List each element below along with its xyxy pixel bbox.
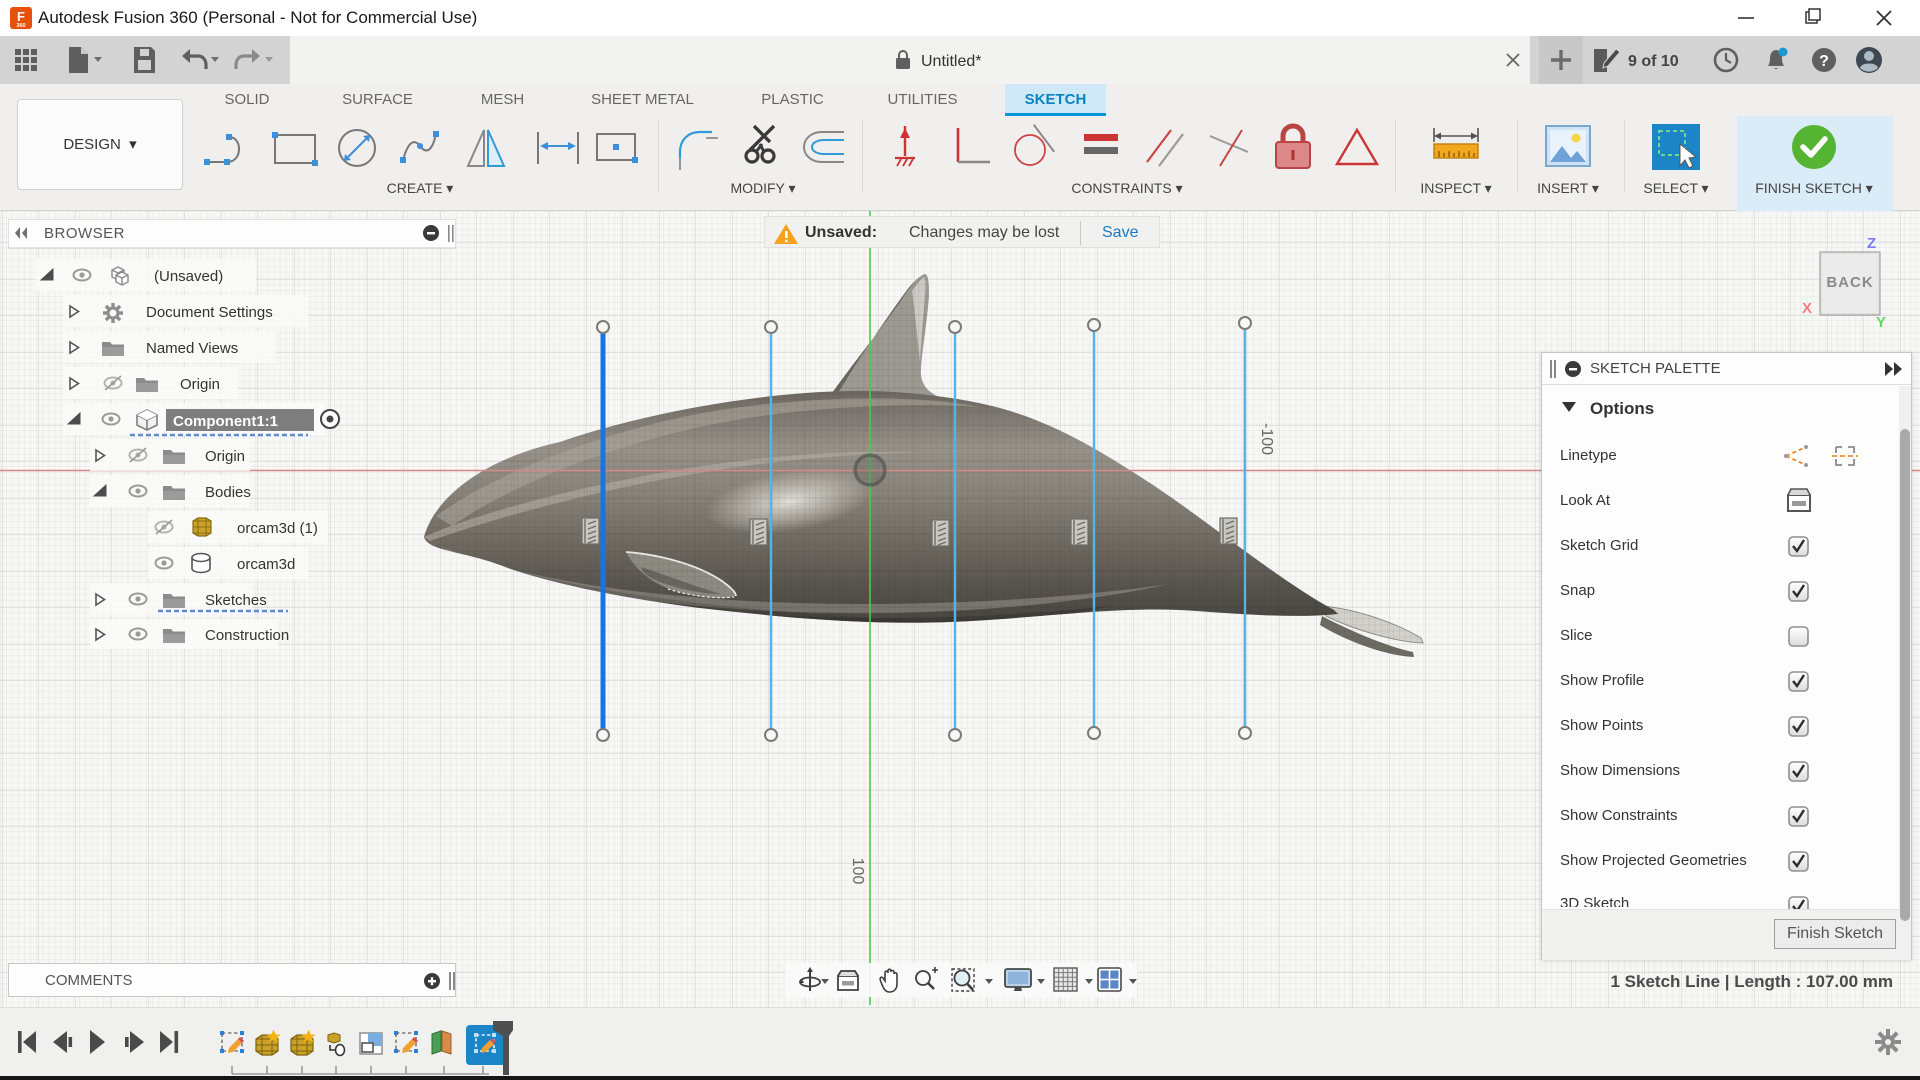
svg-text:Component1:1: Component1:1 <box>173 413 278 430</box>
svg-text:Document Settings: Document Settings <box>146 304 273 321</box>
svg-text:Construction: Construction <box>205 627 289 644</box>
svg-text:Untitled*: Untitled* <box>921 53 981 70</box>
svg-text:Origin: Origin <box>180 376 220 393</box>
svg-text:360: 360 <box>16 23 25 29</box>
svg-text:(Unsaved): (Unsaved) <box>154 268 223 285</box>
svg-text:Z: Z <box>1867 235 1876 252</box>
svg-text:orcam3d (1): orcam3d (1) <box>237 520 318 537</box>
svg-text:BACK: BACK <box>1826 274 1873 291</box>
svg-text:X: X <box>1802 300 1812 317</box>
svg-text:F: F <box>17 9 25 24</box>
svg-text:Named Views: Named Views <box>146 340 238 357</box>
svg-text:Bodies: Bodies <box>205 484 251 501</box>
svg-text:Origin: Origin <box>205 448 245 465</box>
svg-text:BROWSER: BROWSER <box>44 225 125 242</box>
svg-text:Y: Y <box>1876 314 1886 331</box>
svg-text:100: 100 <box>849 858 866 885</box>
svg-text:9 of 10: 9 of 10 <box>1628 53 1679 70</box>
svg-text:orcam3d: orcam3d <box>237 556 295 573</box>
svg-text:Sketches: Sketches <box>205 592 267 609</box>
svg-text:?: ? <box>1819 53 1829 70</box>
svg-text:-100: -100 <box>1258 423 1275 455</box>
